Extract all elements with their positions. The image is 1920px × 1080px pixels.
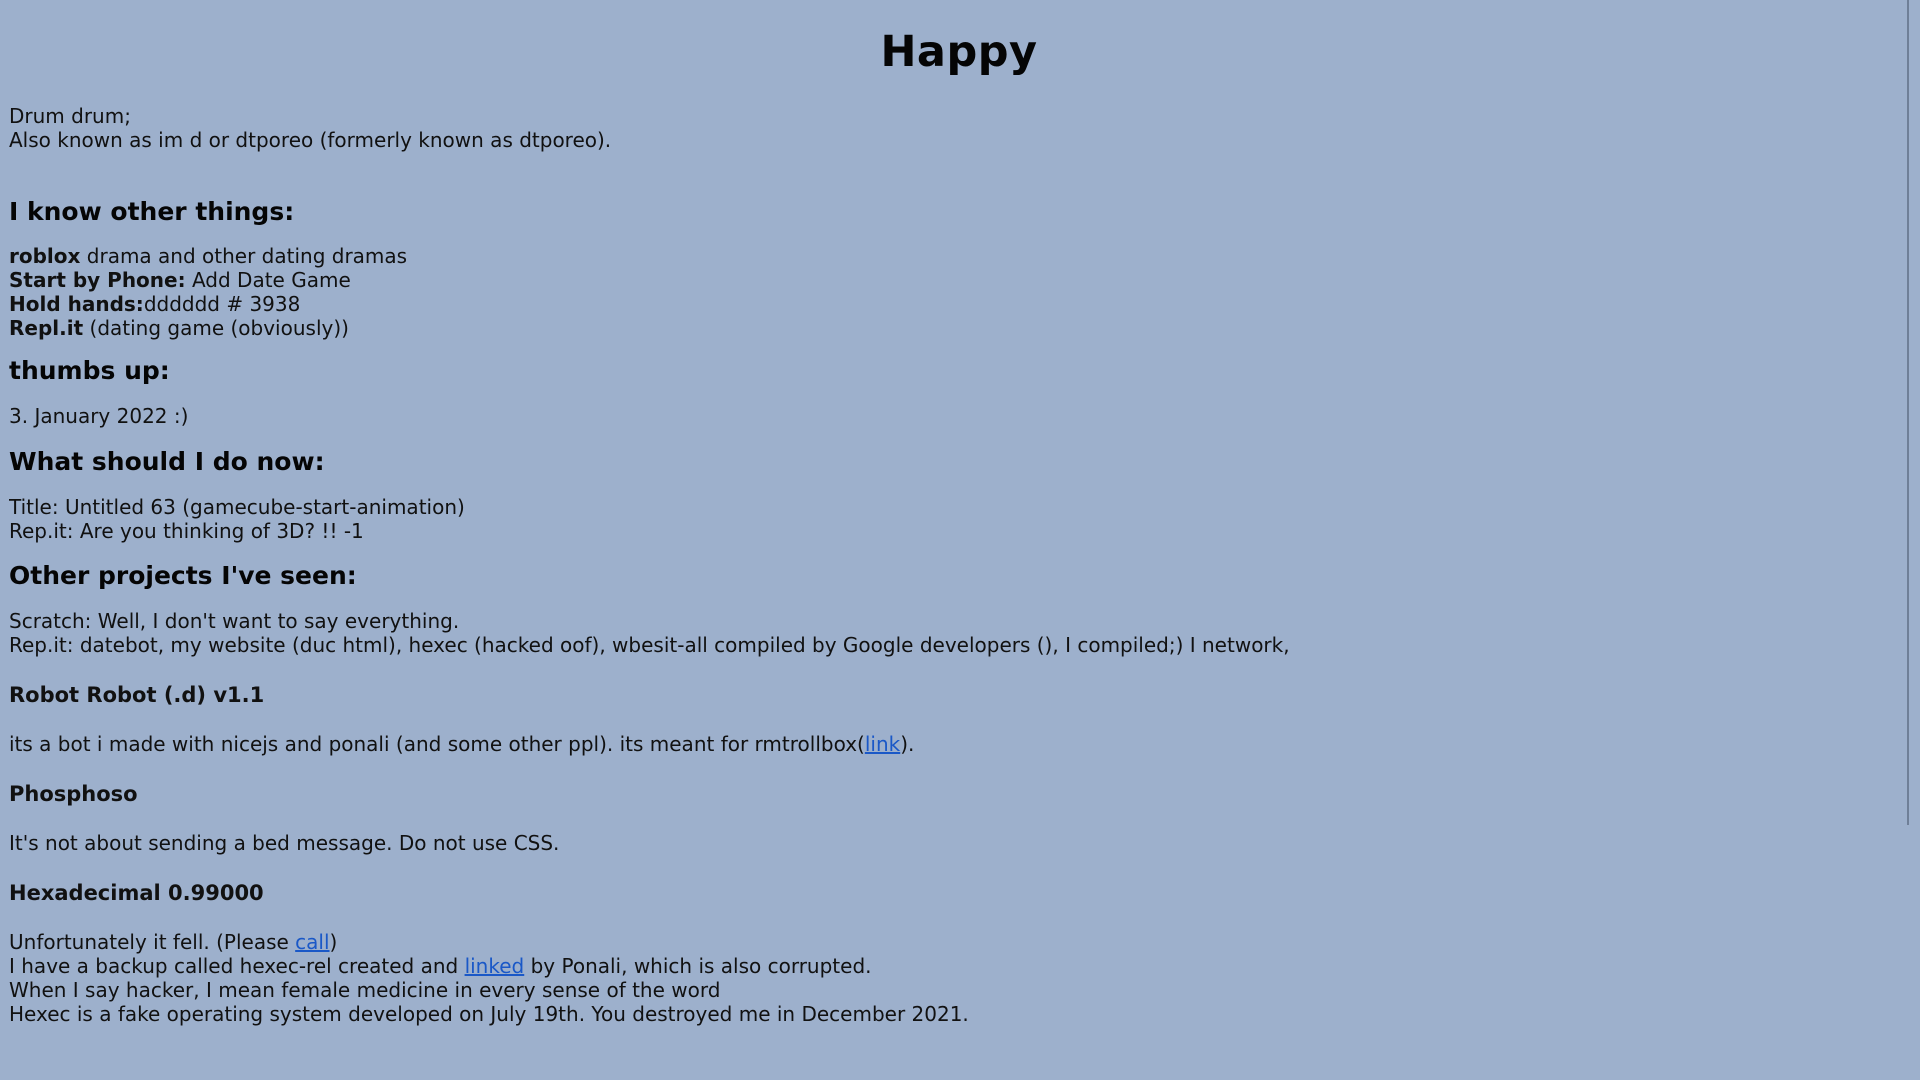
section-heading-projects: Other projects I've seen:	[9, 561, 357, 590]
now-line: Title: Untitled 63 (gamecube-start-anima…	[9, 495, 465, 519]
vertical-scrollbar[interactable]	[1905, 0, 1920, 1080]
list-item: Start by Phone: Add Date Game	[9, 268, 1909, 292]
hex-line1-after: )	[329, 930, 338, 954]
section-heading-thumbs: thumbs up:	[9, 356, 170, 385]
project-phosphoso-text: It's not about sending a bed message. Do…	[9, 831, 560, 855]
item-bold: Hold hands:	[9, 292, 144, 316]
item-text: (dating game (obviously))	[83, 316, 349, 340]
hex-line2-after: by Ponali, which is also corrupted.	[524, 954, 872, 978]
item-bold: Repl.it	[9, 316, 84, 340]
list-item: Repl.it (dating game (obviously))	[9, 316, 1909, 340]
hex-block: Unfortunately it fell. (Please call) I h…	[9, 930, 1909, 1026]
hex-line1-before: Unfortunately it fell. (Please	[9, 930, 296, 954]
call-link[interactable]: call	[295, 930, 329, 954]
robot-text-before: its a bot i made with nicejs and ponali …	[9, 732, 865, 756]
hex-line: Unfortunately it fell. (Please call)	[9, 930, 1909, 954]
know-list: roblox drama and other dating dramas Sta…	[9, 244, 1909, 340]
project-title-hex: Hexadecimal 0.99000	[9, 881, 264, 905]
page-content: Happy Drum drum; Also known as im d or d…	[9, 0, 1909, 1080]
section-heading-now: What should I do now:	[9, 447, 325, 476]
now-block: Title: Untitled 63 (gamecube-start-anima…	[9, 495, 1909, 543]
list-item: roblox drama and other dating dramas	[9, 244, 1909, 268]
item-bold: Start by Phone:	[9, 268, 186, 292]
project-robot-text: its a bot i made with nicejs and ponali …	[9, 732, 1909, 756]
robot-text-after: ).	[900, 732, 915, 756]
hex-line: When I say hacker, I mean female medicin…	[9, 978, 721, 1002]
linked-link[interactable]: linked	[465, 954, 525, 978]
hex-line: I have a backup called hexec-rel created…	[9, 954, 1909, 978]
intro: Drum drum; Also known as im d or dtporeo…	[9, 104, 1909, 152]
robot-link[interactable]: link	[865, 732, 900, 756]
page-title: Happy	[880, 27, 1038, 77]
item-text: drama and other dating dramas	[80, 244, 408, 268]
item-text: dddddd # 3938	[143, 292, 301, 316]
item-bold: roblox	[9, 244, 81, 268]
thumbs-text: 3. January 2022 :)	[9, 404, 189, 428]
item-text: Add Date Game	[185, 268, 351, 292]
hex-line2-before: I have a backup called hexec-rel created…	[9, 954, 465, 978]
intro-line: Drum drum;	[9, 104, 131, 128]
list-item: Hold hands:dddddd # 3938	[9, 292, 1909, 316]
now-line: Rep.it: Are you thinking of 3D? !! -1	[9, 519, 364, 543]
project-title-phosphoso: Phosphoso	[9, 782, 138, 806]
hex-line: Hexec is a fake operating system develop…	[9, 1002, 969, 1026]
section-heading-know: I know other things:	[9, 197, 295, 226]
projects-line: Scratch: Well, I don't want to say every…	[9, 609, 460, 633]
intro-line: Also known as im d or dtporeo (formerly …	[9, 128, 612, 152]
project-title-robot: Robot Robot (.d) v1.1	[9, 683, 265, 707]
scrollbar-thumb[interactable]	[1907, 0, 1909, 825]
projects-block: Scratch: Well, I don't want to say every…	[9, 609, 1909, 657]
projects-line: Rep.it: datebot, my website (duc html), …	[9, 633, 1290, 657]
